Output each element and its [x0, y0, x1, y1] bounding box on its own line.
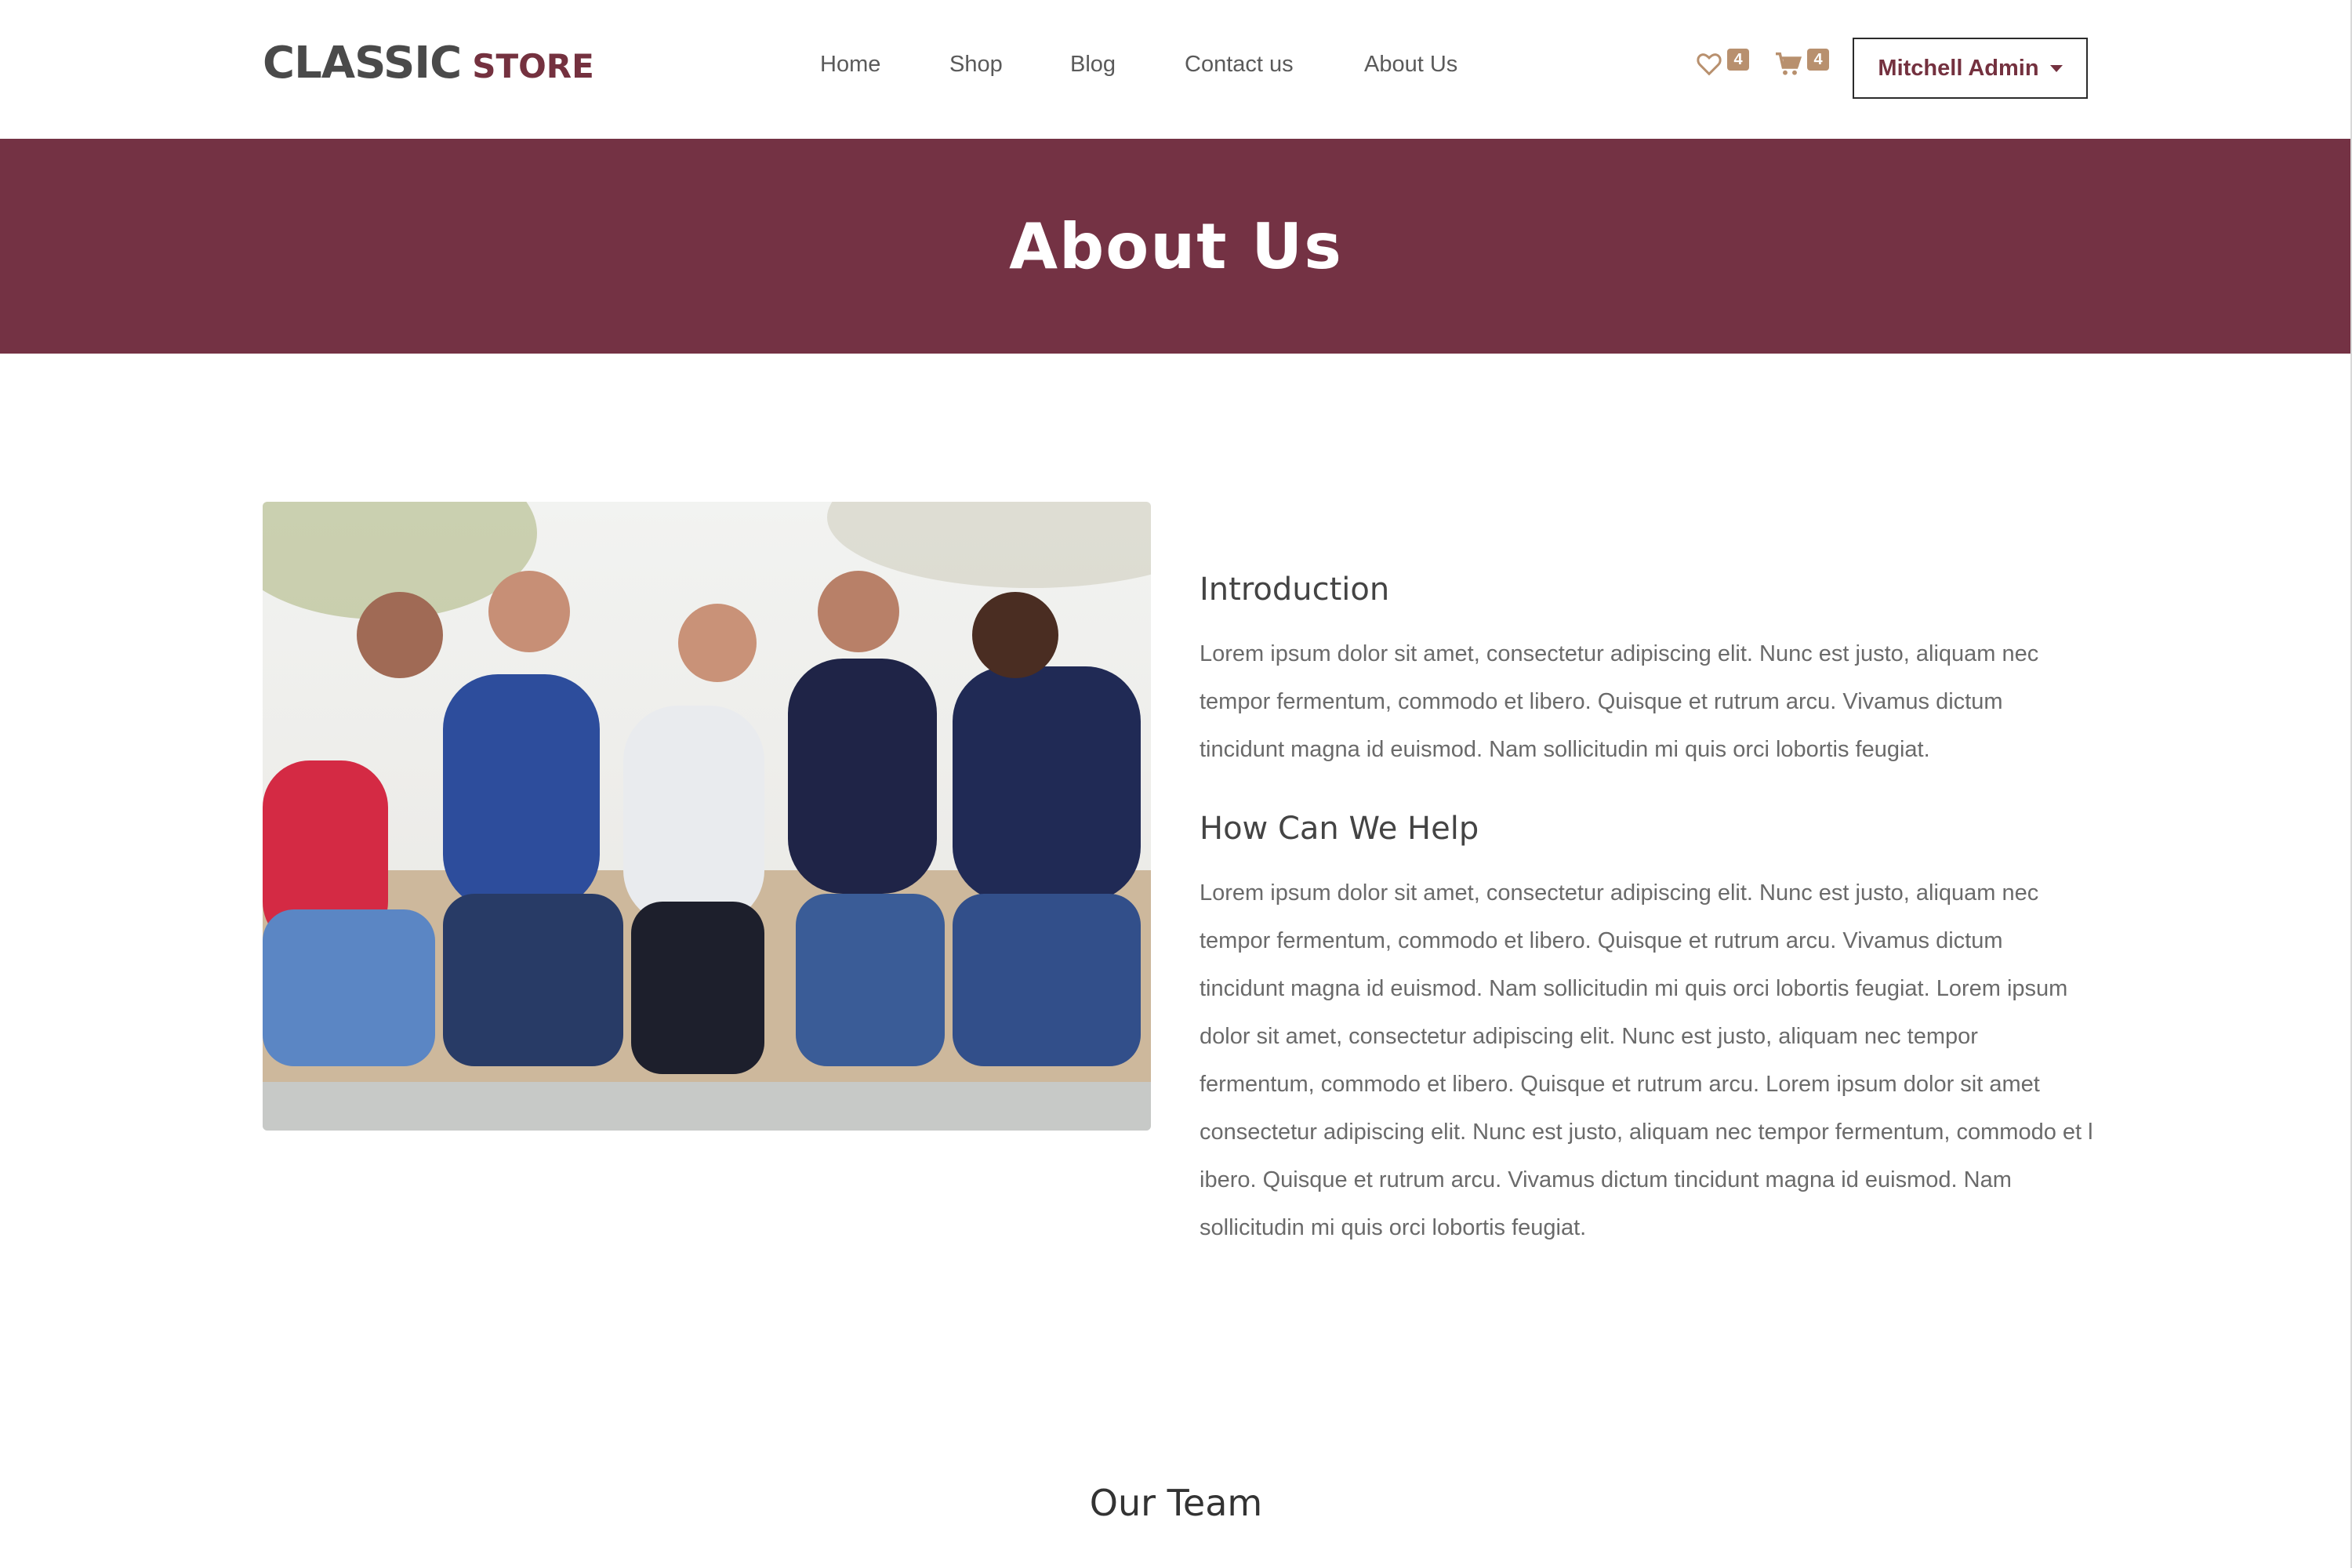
- heart-icon: [1696, 53, 1722, 80]
- nav-contact-us[interactable]: Contact us: [1185, 52, 1294, 78]
- nav-shop[interactable]: Shop: [949, 52, 1003, 78]
- help-heading: How Can We Help: [1200, 811, 1479, 847]
- team-section-title: Our Team: [1089, 1482, 1263, 1524]
- about-content: Introduction Lorem ipsum dolor sit amet,…: [1200, 564, 2093, 1252]
- user-name: Mitchell Admin: [1878, 55, 2039, 81]
- logo-secondary-text: STORE: [472, 47, 594, 85]
- caret-down-icon: [2049, 64, 2063, 72]
- user-menu-button[interactable]: Mitchell Admin: [1853, 38, 2088, 99]
- cart-link[interactable]: 4: [1774, 49, 1831, 82]
- cart-icon: [1774, 52, 1802, 81]
- page-title: About Us: [1009, 209, 1343, 283]
- page-banner: About Us: [0, 139, 2352, 354]
- site-logo[interactable]: CLASSIC STORE: [263, 38, 594, 100]
- intro-text: Lorem ipsum dolor sit amet, consectetur …: [1200, 641, 2039, 762]
- wishlist-count-badge: 4: [1727, 49, 1749, 71]
- wishlist-link[interactable]: 4: [1696, 49, 1751, 82]
- help-text: Lorem ipsum dolor sit amet, consectetur …: [1200, 880, 2093, 1240]
- intro-heading: Introduction: [1200, 572, 1390, 608]
- cart-count-badge: 4: [1807, 49, 1829, 71]
- nav-blog[interactable]: Blog: [1070, 52, 1116, 78]
- team-photo: [263, 502, 1151, 1131]
- nav-home[interactable]: Home: [820, 52, 880, 78]
- logo-primary-text: CLASSIC: [263, 38, 462, 89]
- site-header: CLASSIC STORE Home Shop Blog Contact us …: [0, 0, 2352, 139]
- nav-about-us[interactable]: About Us: [1364, 52, 1457, 78]
